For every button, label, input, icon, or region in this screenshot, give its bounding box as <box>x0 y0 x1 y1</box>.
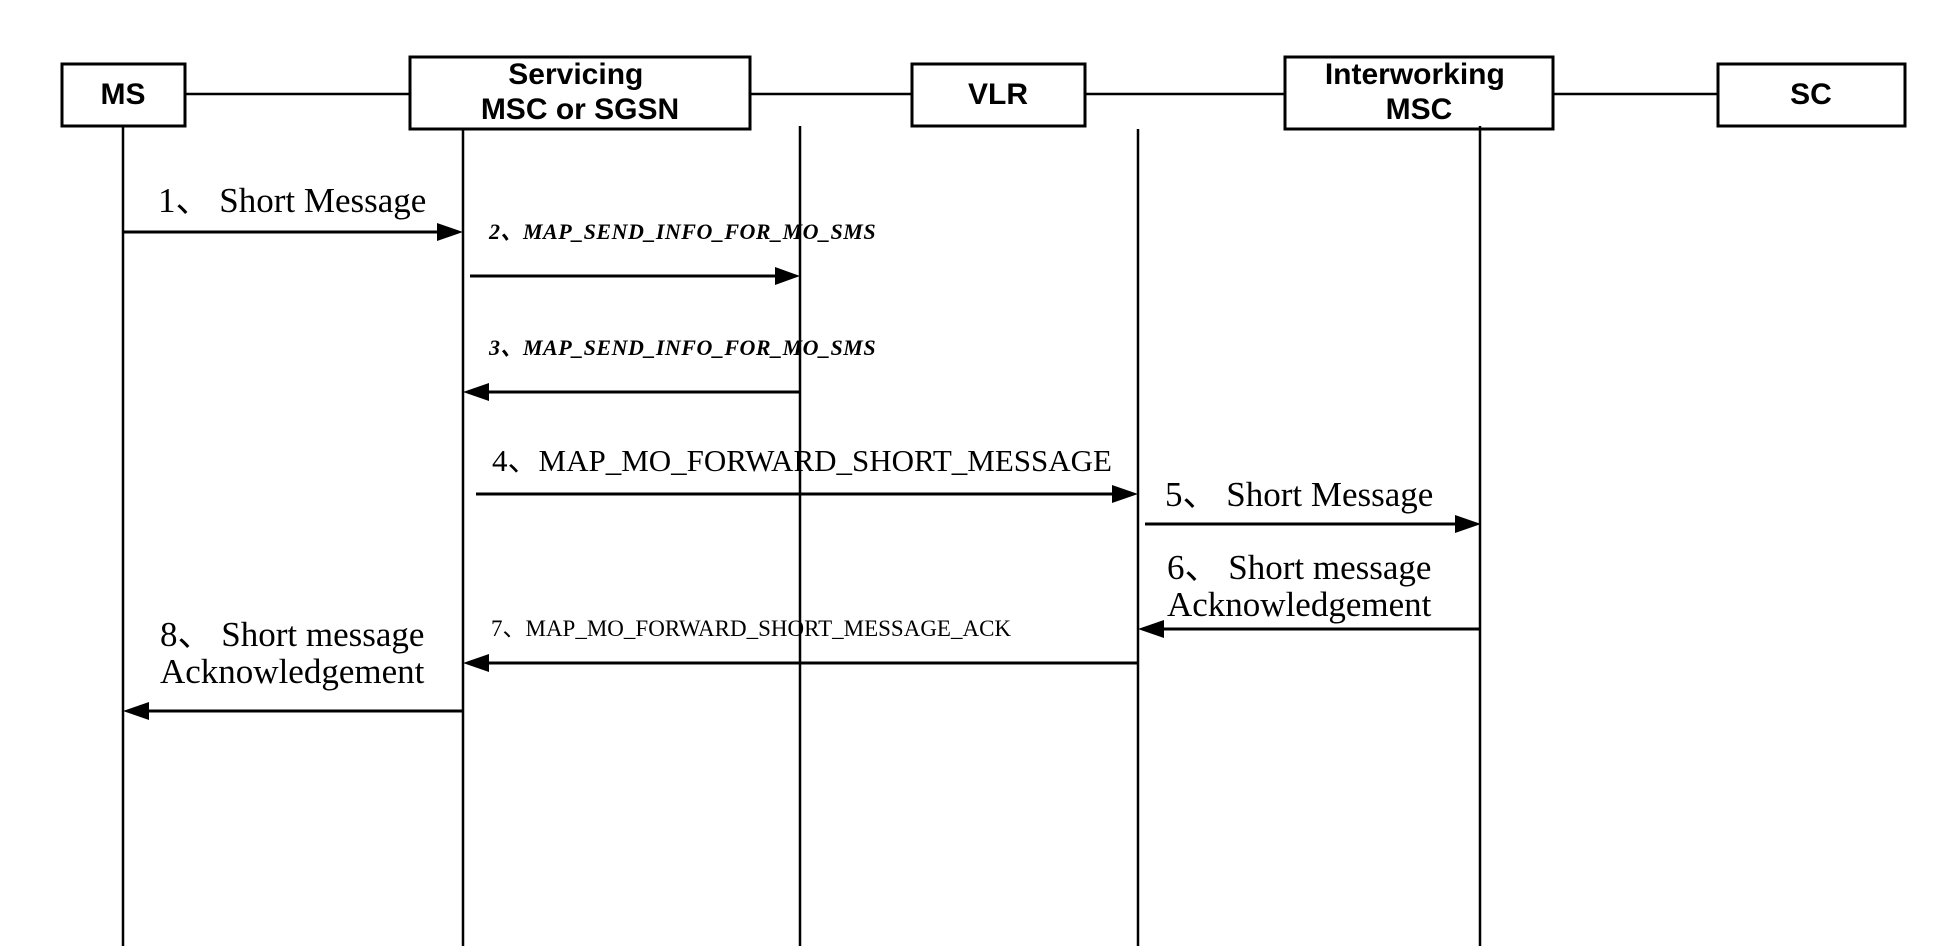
message-arrow-5 <box>1145 515 1481 533</box>
message-label-5: 5、 Short Message <box>1165 475 1434 514</box>
message-arrow-4 <box>476 485 1138 503</box>
message-arrow-8 <box>123 702 463 720</box>
message-label-7: 7、MAP_MO_FORWARD_SHORT_MESSAGE_ACK <box>491 616 1012 641</box>
lifelines <box>121 126 1482 946</box>
message-arrow-3 <box>463 383 800 401</box>
message-label-4: 4、MAP_MO_FORWARD_SHORT_MESSAGE <box>492 443 1112 478</box>
message-arrow-2 <box>470 267 800 285</box>
message-label-6: 6、 Short message Acknowledgement <box>1167 548 1432 624</box>
node-label-sc: SC <box>1790 78 1832 111</box>
message-arrow-1 <box>123 223 463 241</box>
node-label-vlr: VLR <box>968 78 1028 111</box>
message-label-2: 2、MAP_SEND_INFO_FOR_MO_SMS <box>489 219 877 244</box>
message-label-1: 1、 Short Message <box>158 181 427 220</box>
node-label-ms: MS <box>101 78 146 111</box>
message-label-3: 3、MAP_SEND_INFO_FOR_MO_SMS <box>489 335 877 360</box>
message-label-8: 8、 Short message Acknowledgement <box>160 615 425 691</box>
sequence-diagram: MS Servicing MSC or SGSN VLR Interworkin… <box>0 0 1947 946</box>
